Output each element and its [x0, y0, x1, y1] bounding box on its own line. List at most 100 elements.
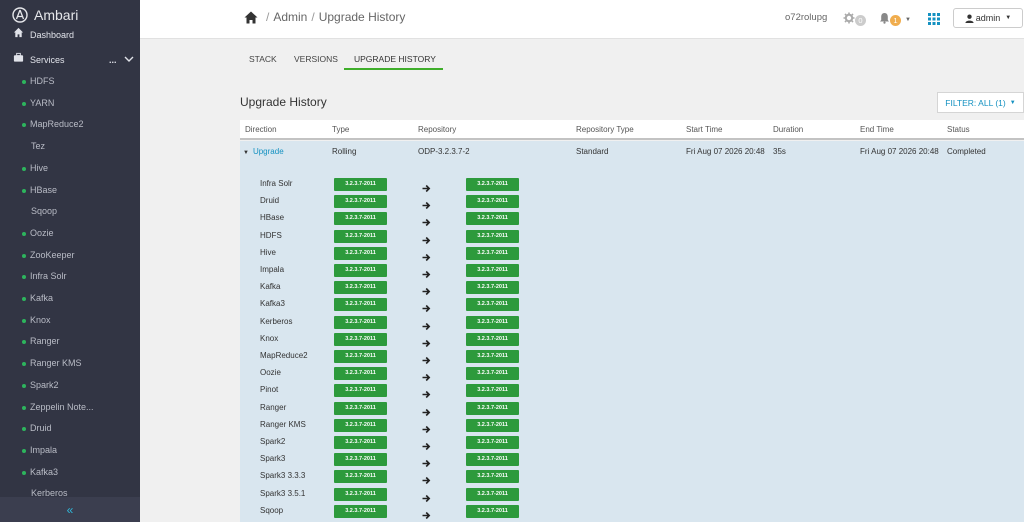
service-status-dot — [22, 383, 26, 388]
to-version-badge: 3.2.3.7-2011 — [466, 487, 519, 501]
services-actions-button[interactable]: ... — [109, 55, 117, 65]
sidebar-item-dashboard[interactable]: Dashboard — [0, 27, 140, 42]
collapse-sidebar-button[interactable]: « — [0, 497, 140, 522]
tab-upgrade-history[interactable]: UPGRADE HISTORY — [344, 54, 443, 70]
sidebar-service-item[interactable]: Hive — [0, 162, 140, 176]
sidebar-service-label: Zeppelin Note... — [30, 401, 94, 412]
duration-value: 35s — [773, 147, 786, 156]
service-name: Infra Solr — [260, 179, 293, 188]
service-status-dot — [22, 318, 26, 323]
sidebar-service-item[interactable]: Ranger KMS — [0, 357, 140, 371]
service-version-row: Sqoop 3.2.3.7-2011 3.2.3.7-2011 — [240, 504, 1024, 519]
sidebar-service-item[interactable]: Ranger — [0, 335, 140, 349]
sidebar-service-label: MapReduce2 — [30, 119, 84, 130]
tab-stack[interactable]: STACK — [249, 54, 277, 64]
background-ops-button[interactable]: 0 — [843, 11, 866, 29]
from-version-badge: 3.2.3.7-2011 — [334, 487, 387, 501]
service-version-row: Hive 3.2.3.7-2011 3.2.3.7-2011 — [240, 246, 1024, 261]
sidebar-service-item[interactable]: Spark2 — [0, 379, 140, 393]
sidebar-service-item[interactable]: ZooKeeper — [0, 249, 140, 263]
service-status-dot — [22, 362, 26, 367]
column-header-end-time: End Time — [860, 125, 894, 134]
sidebar-service-item[interactable]: Zeppelin Note... — [0, 401, 140, 415]
brand[interactable]: Ambari — [12, 5, 78, 25]
from-version-badge: 3.2.3.7-2011 — [334, 470, 387, 484]
end-time-value: Fri Aug 07 2026 20:48 — [860, 147, 939, 156]
sidebar-service-label: Sqoop — [31, 206, 58, 217]
service-status-dot — [22, 101, 26, 106]
caret-down-icon: ▼ — [1005, 15, 1012, 21]
service-status-dot — [22, 188, 26, 193]
to-version-badge: 3.2.3.7-2011 — [466, 453, 519, 467]
upgrade-direction-toggle[interactable]: ▼ Upgrade — [243, 147, 284, 156]
to-version-badge: 3.2.3.7-2011 — [466, 315, 519, 329]
from-version-badge: 3.2.3.7-2011 — [334, 504, 387, 518]
sidebar-service-item[interactable]: Oozie — [0, 227, 140, 241]
service-version-row: Spark2 3.2.3.7-2011 3.2.3.7-2011 — [240, 436, 1024, 451]
caret-down-icon: ▼ — [243, 150, 249, 156]
apps-grid-icon[interactable] — [928, 12, 940, 30]
sidebar-service-item[interactable]: Knox — [0, 314, 140, 328]
sidebar-service-item[interactable]: Infra Solr — [0, 270, 140, 284]
service-status-dot — [22, 80, 26, 84]
column-header-status: Status — [947, 125, 970, 134]
gear-icon — [843, 11, 855, 29]
sidebar-service-label: Tez — [31, 141, 46, 152]
status-value: Completed — [947, 147, 986, 156]
alerts-count-badge: 1 — [890, 14, 901, 26]
service-name: Hive — [260, 247, 277, 257]
home-icon[interactable] — [244, 11, 258, 24]
service-version-row: Spark3 3.2.3.7-2011 3.2.3.7-2011 — [240, 453, 1024, 468]
alerts-button[interactable]: 1 ▼ — [879, 11, 911, 29]
sidebar-service-item[interactable]: Impala — [0, 444, 140, 458]
service-name: MapReduce2 — [260, 351, 308, 360]
to-version-badge: 3.2.3.7-2011 — [466, 212, 519, 226]
upgrade-history-table: ▼ Upgrade Rolling ODP-3.2.3.7-2 Standard … — [240, 141, 1024, 522]
repository-type-value: Standard — [576, 147, 609, 156]
sidebar-service-item[interactable]: HBase — [0, 184, 140, 198]
sidebar-service-item[interactable]: MapReduce2 — [0, 118, 140, 132]
home-icon — [13, 27, 24, 40]
user-name: admin — [975, 13, 1001, 23]
user-menu-button[interactable]: admin ▼ — [953, 8, 1023, 28]
from-version-badge: 3.2.3.7-2011 — [334, 384, 387, 398]
service-name: Kafka3 — [260, 299, 285, 309]
to-version-badge: 3.2.3.7-2011 — [466, 264, 519, 277]
sidebar-service-item[interactable]: Druid — [0, 422, 140, 436]
service-version-row: Ranger 3.2.3.7-2011 3.2.3.7-2011 — [240, 401, 1024, 416]
tab-versions[interactable]: VERSIONS — [294, 54, 338, 64]
sidebar-service-item[interactable]: Tez — [0, 140, 140, 154]
from-version-badge: 3.2.3.7-2011 — [334, 178, 387, 191]
top-bar: / Admin / Upgrade History o72rolupg 0 1 … — [140, 0, 1024, 39]
sidebar-service-item[interactable]: HDFS — [0, 75, 140, 89]
service-version-row: HBase 3.2.3.7-2011 3.2.3.7-2011 — [240, 212, 1024, 227]
sidebar-item-services[interactable]: Services ... — [0, 52, 140, 67]
caret-down-icon: ▼ — [905, 17, 911, 23]
type-value: Rolling — [332, 147, 357, 156]
service-name: Kerberos — [260, 316, 293, 326]
service-version-row: Kerberos 3.2.3.7-2011 3.2.3.7-2011 — [240, 315, 1024, 330]
sidebar-service-label: Spark2 — [30, 379, 59, 390]
service-status-dot — [22, 253, 26, 258]
sidebar-service-item[interactable]: YARN — [0, 97, 140, 111]
from-version-badge: 3.2.3.7-2011 — [334, 453, 387, 467]
from-version-badge: 3.2.3.7-2011 — [334, 350, 387, 363]
column-header-direction: Direction — [245, 125, 277, 134]
chevron-down-icon[interactable] — [124, 55, 134, 65]
cluster-name[interactable]: o72rolupg — [785, 12, 827, 23]
column-header-repository-type: Repository Type — [576, 125, 634, 134]
filter-label: FILTER: ALL (1) — [945, 97, 1006, 108]
sidebar-service-item[interactable]: Kafka3 — [0, 466, 140, 480]
sidebar-service-label: Oozie — [30, 227, 54, 238]
sidebar-service-item[interactable]: Sqoop — [0, 205, 140, 219]
user-icon — [965, 14, 974, 23]
service-name: Ranger KMS — [260, 419, 306, 429]
breadcrumb-admin[interactable]: Admin — [273, 10, 307, 24]
sidebar-service-label: Knox — [30, 314, 51, 325]
from-version-badge: 3.2.3.7-2011 — [334, 195, 387, 209]
service-version-row: Kafka 3.2.3.7-2011 3.2.3.7-2011 — [240, 281, 1024, 296]
filter-dropdown[interactable]: FILTER: ALL (1) ▼ — [937, 92, 1024, 113]
service-status-dot — [22, 275, 26, 280]
sidebar-service-item[interactable]: Kafka — [0, 292, 140, 306]
from-version-badge: 3.2.3.7-2011 — [334, 229, 387, 243]
